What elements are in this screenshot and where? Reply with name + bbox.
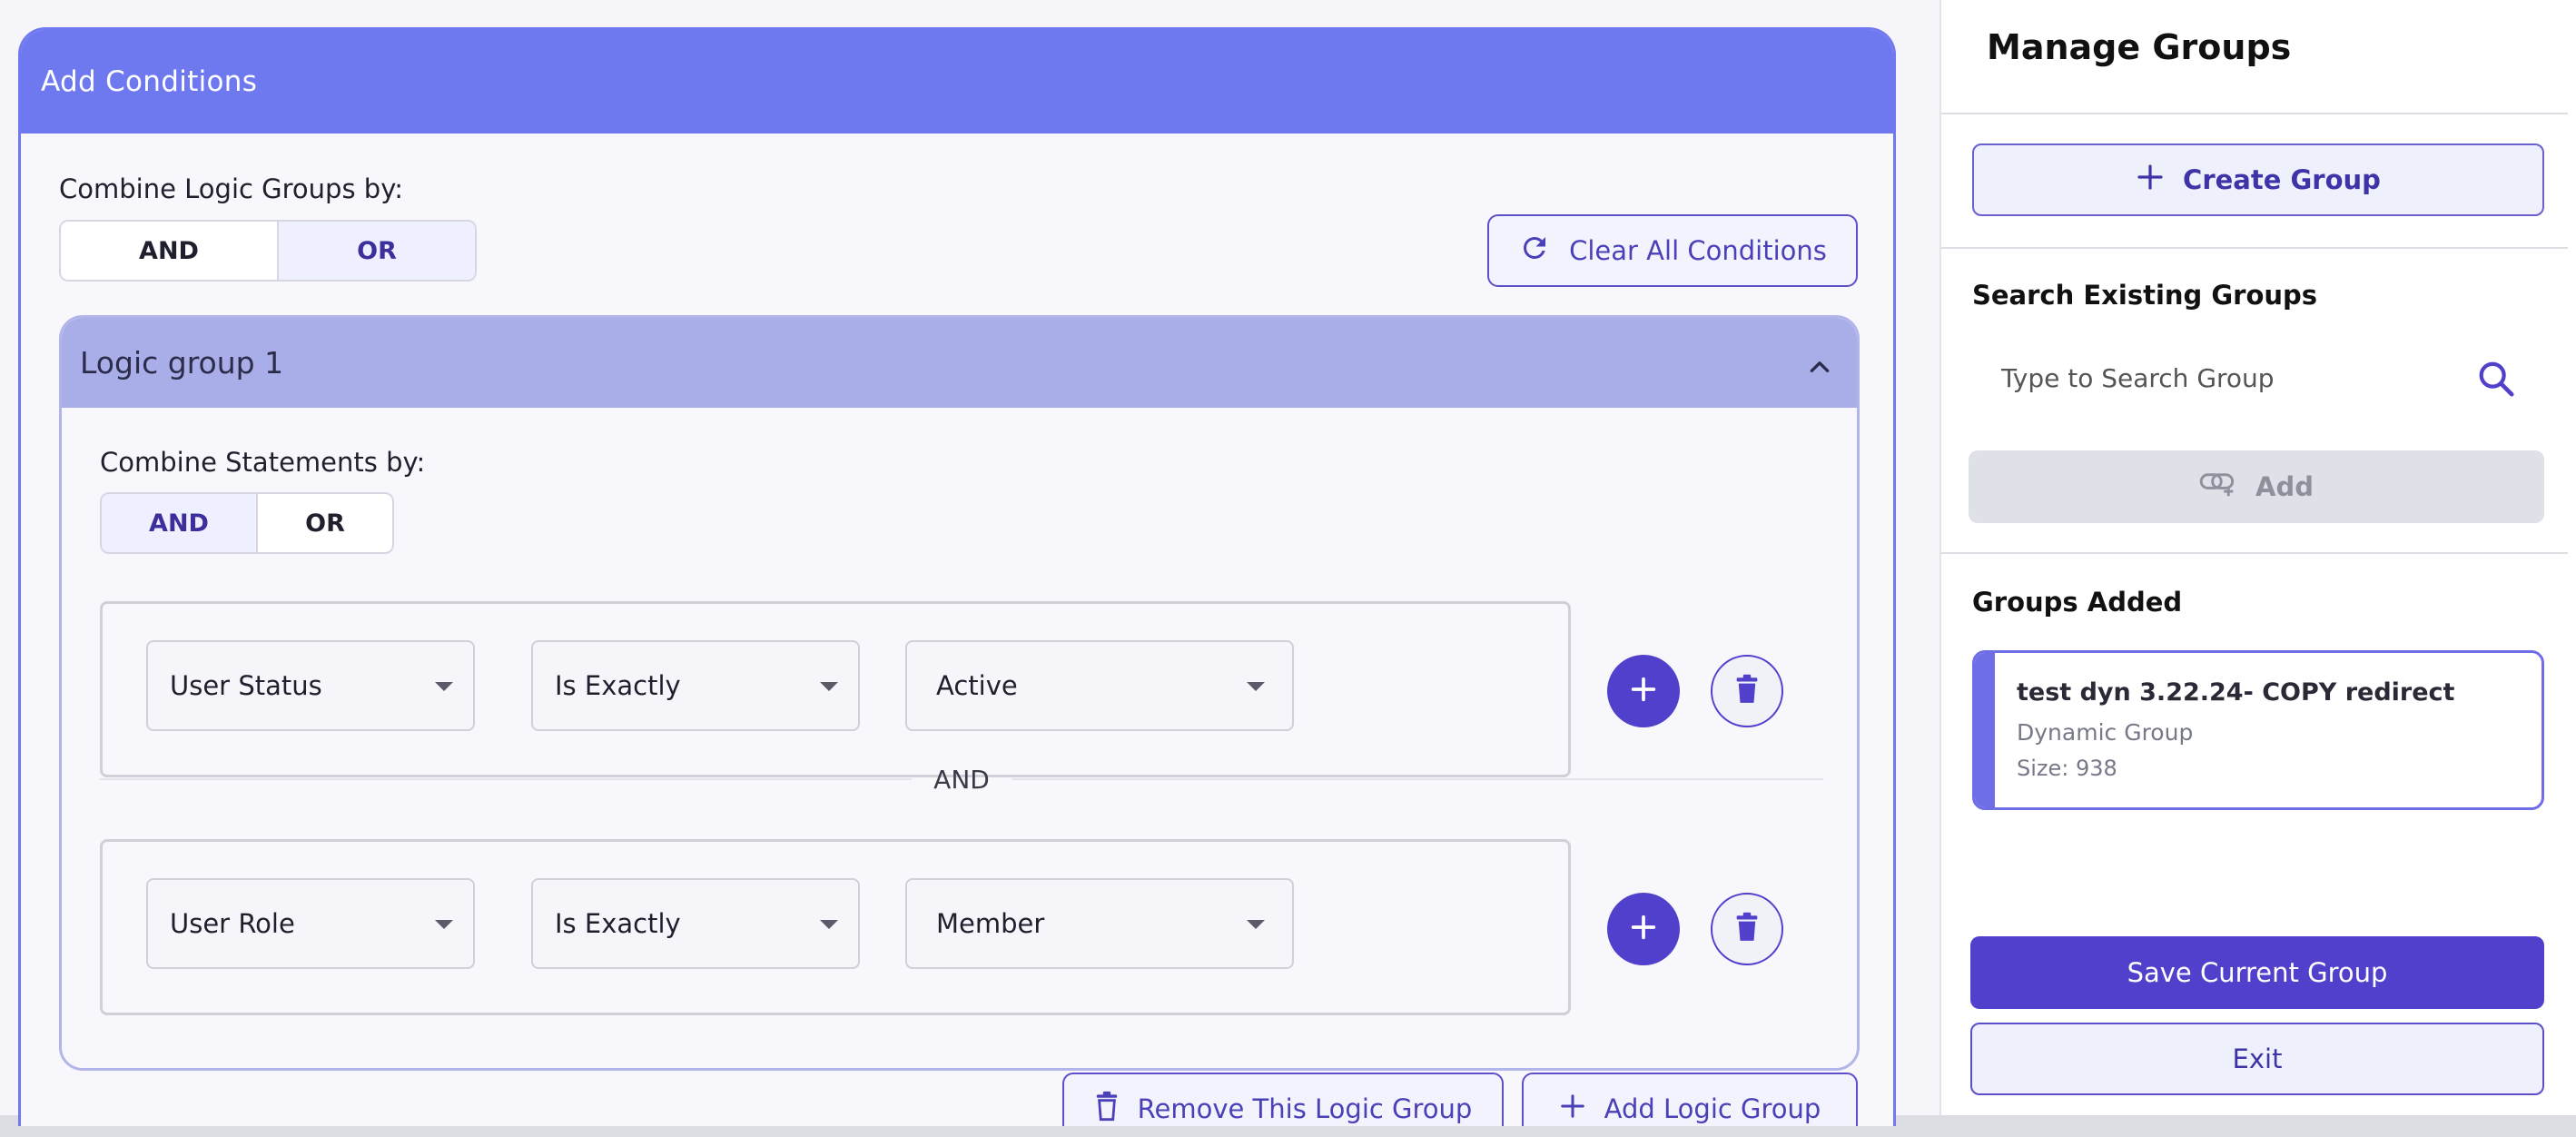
operator-select[interactable]: Is Exactly xyxy=(531,640,860,731)
operator-select-value: Is Exactly xyxy=(555,908,681,939)
add-logic-group-label: Add Logic Group xyxy=(1604,1093,1821,1124)
groups-added-label: Groups Added xyxy=(1972,587,2183,618)
search-groups-label: Search Existing Groups xyxy=(1972,280,2318,311)
chevron-up-icon[interactable] xyxy=(1808,351,1831,386)
manage-groups-sidebar: Manage Groups Create Group Search Existi… xyxy=(1939,0,2576,1115)
added-group-card[interactable]: test dyn 3.22.24- COPY redirect Dynamic … xyxy=(1972,650,2544,810)
refresh-icon xyxy=(1518,232,1551,271)
combine-statements-or-option[interactable]: OR xyxy=(256,494,392,552)
combine-groups-toggle: AND OR xyxy=(59,220,477,282)
divider xyxy=(1941,552,2568,554)
separator-line xyxy=(1011,778,1824,780)
caret-down-icon xyxy=(1247,682,1265,691)
create-group-button[interactable]: Create Group xyxy=(1972,143,2544,216)
add-group-button[interactable]: Add xyxy=(1969,450,2544,523)
field-select-value: User Status xyxy=(170,670,322,701)
group-name: test dyn 3.22.24- COPY redirect xyxy=(2017,678,2455,707)
caret-down-icon xyxy=(435,682,453,691)
value-select-value: Member xyxy=(936,908,1045,939)
statement-row: User Role Is Exactly Member xyxy=(100,839,1571,1015)
value-select-value: Active xyxy=(936,670,1018,701)
caret-down-icon xyxy=(435,920,453,929)
add-conditions-header: Add Conditions xyxy=(21,30,1893,133)
caret-down-icon xyxy=(820,682,838,691)
trash-outline-icon xyxy=(1094,1091,1120,1127)
remove-logic-group-button[interactable]: Remove This Logic Group xyxy=(1062,1073,1504,1126)
search-icon[interactable] xyxy=(2475,358,2517,406)
combine-groups-or-option[interactable]: OR xyxy=(277,222,475,280)
combine-statements-toggle: AND OR xyxy=(100,492,394,554)
caret-down-icon xyxy=(820,920,838,929)
logic-group: Logic group 1 Combine Statements by: AND… xyxy=(59,315,1860,1071)
exit-button[interactable]: Exit xyxy=(1970,1023,2544,1095)
caret-down-icon xyxy=(1247,920,1265,929)
combine-groups-and-option[interactable]: AND xyxy=(61,222,277,280)
group-size: Size: 938 xyxy=(2017,756,2117,781)
logic-group-title: Logic group 1 xyxy=(80,345,284,381)
add-group-label: Add xyxy=(2255,471,2314,502)
field-select-value: User Role xyxy=(170,908,295,939)
divider xyxy=(1941,113,2568,114)
trash-icon xyxy=(1733,912,1761,946)
operator-select[interactable]: Is Exactly xyxy=(531,878,860,969)
sidebar-title: Manage Groups xyxy=(1987,27,2292,67)
add-statement-button[interactable] xyxy=(1607,893,1680,965)
value-select[interactable]: Active xyxy=(905,640,1294,731)
delete-statement-button[interactable] xyxy=(1711,655,1783,727)
statement-separator: AND xyxy=(100,761,1824,797)
group-type: Dynamic Group xyxy=(2017,719,2194,746)
combine-statements-and-option[interactable]: AND xyxy=(102,494,256,552)
logic-group-header[interactable]: Logic group 1 xyxy=(62,318,1857,408)
delete-statement-button[interactable] xyxy=(1711,893,1783,965)
plus-icon xyxy=(1628,912,1659,946)
value-select[interactable]: Member xyxy=(905,878,1294,969)
combine-groups-label: Combine Logic Groups by: xyxy=(59,173,404,204)
card-accent-bar xyxy=(1975,653,1995,807)
operator-select-value: Is Exactly xyxy=(555,670,681,701)
remove-logic-group-label: Remove This Logic Group xyxy=(1137,1093,1473,1124)
save-current-group-button[interactable]: Save Current Group xyxy=(1970,936,2544,1009)
add-conditions-panel: Add Conditions Combine Logic Groups by: … xyxy=(18,27,1896,1126)
group-search-input[interactable]: Type to Search Group xyxy=(1972,340,2544,416)
clear-all-conditions-label: Clear All Conditions xyxy=(1569,235,1827,266)
combine-statements-label: Combine Statements by: xyxy=(100,447,426,478)
add-statement-button[interactable] xyxy=(1607,655,1680,727)
trash-icon xyxy=(1733,674,1761,708)
add-logic-group-button[interactable]: Add Logic Group xyxy=(1522,1073,1858,1126)
field-select[interactable]: User Status xyxy=(146,640,475,731)
create-group-label: Create Group xyxy=(2183,164,2381,195)
statement-row: User Status Is Exactly Active xyxy=(100,601,1571,777)
clear-all-conditions-button[interactable]: Clear All Conditions xyxy=(1487,214,1858,287)
plus-icon xyxy=(2136,163,2165,198)
divider xyxy=(1941,247,2568,249)
separator-line xyxy=(100,778,913,780)
link-add-icon xyxy=(2199,470,2239,504)
field-select[interactable]: User Role xyxy=(146,878,475,969)
plus-icon xyxy=(1559,1093,1586,1126)
group-search-placeholder: Type to Search Group xyxy=(2001,362,2275,393)
plus-icon xyxy=(1628,674,1659,708)
separator-and-label: AND xyxy=(933,764,990,795)
